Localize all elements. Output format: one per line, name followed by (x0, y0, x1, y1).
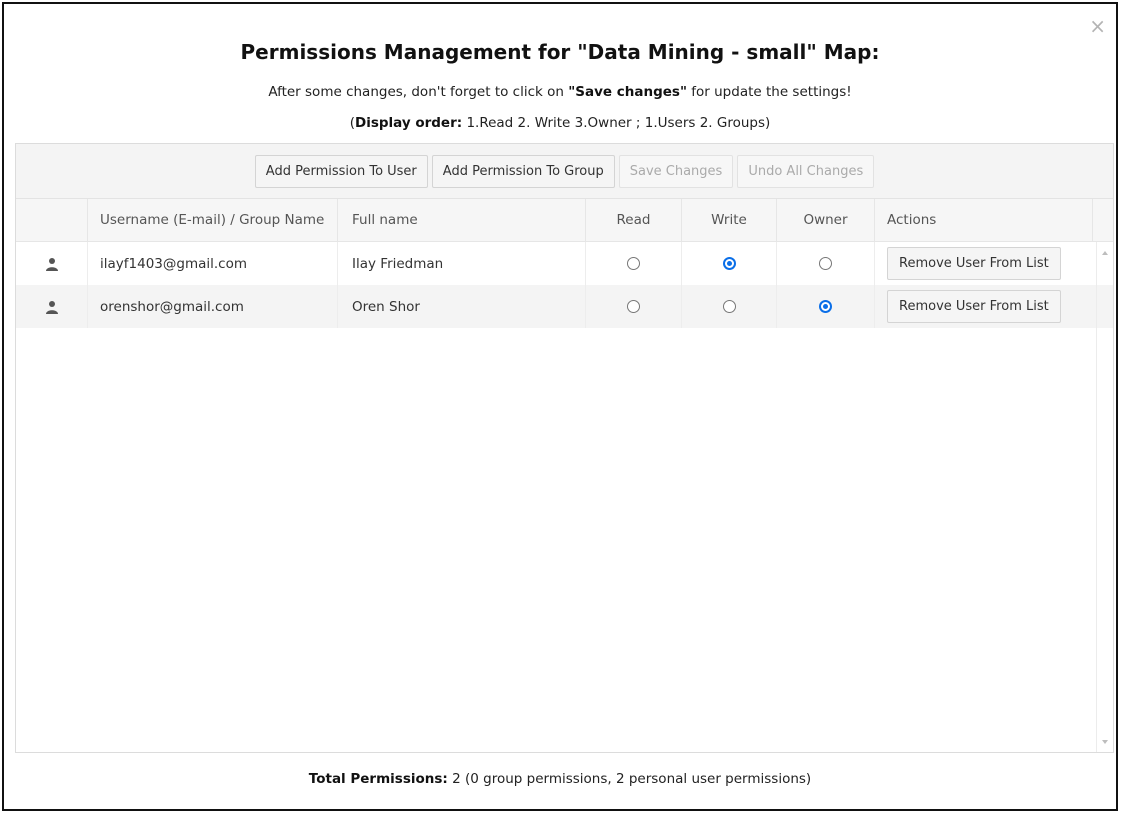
header-username[interactable]: Username (E-mail) / Group Name (88, 199, 338, 241)
fullname-cell: Oren Shor (338, 285, 586, 328)
read-cell (586, 242, 682, 285)
user-icon (45, 300, 58, 314)
undo-all-changes-button[interactable]: Undo All Changes (737, 154, 875, 188)
dialog-title: Permissions Management for "Data Mining … (240, 40, 880, 64)
vertical-scrollbar[interactable] (1096, 242, 1113, 752)
table-body: ilayf1403@gmail.com Ilay Friedman Remove… (16, 242, 1113, 752)
user-icon-cell (16, 285, 88, 328)
total-permissions: Total Permissions: 2 (0 group permission… (4, 771, 1116, 787)
display-order-note: (Display order: 1.Read 2. Write 3.Owner … (4, 115, 1116, 131)
header-owner[interactable]: Owner (777, 199, 875, 241)
write-radio[interactable] (722, 257, 736, 270)
read-cell (586, 285, 682, 328)
scroll-down-arrow-icon[interactable] (1102, 740, 1108, 744)
table-row[interactable]: ilayf1403@gmail.com Ilay Friedman Remove… (16, 242, 1113, 285)
total-permissions-text: 2 (0 group permissions, 2 personal user … (447, 771, 812, 787)
write-cell (682, 285, 777, 328)
add-permission-group-button[interactable]: Add Permission To Group (431, 154, 615, 188)
read-radio[interactable] (627, 300, 640, 313)
write-cell (682, 242, 777, 285)
table-header: Username (E-mail) / Group Name Full name… (16, 199, 1113, 242)
scroll-up-arrow-icon[interactable] (1102, 251, 1108, 255)
header-read[interactable]: Read (586, 199, 682, 241)
close-icon[interactable]: × (1089, 16, 1106, 36)
subtitle-suffix: for update the settings! (686, 84, 852, 100)
owner-radio[interactable] (819, 257, 832, 270)
user-icon (45, 257, 58, 271)
owner-cell (777, 285, 875, 328)
actions-cell: Remove User From List (875, 285, 1093, 328)
grid-toolbar: Add Permission To User Add Permission To… (16, 144, 1113, 199)
username-cell: orenshor@gmail.com (88, 285, 338, 328)
owner-cell (777, 242, 875, 285)
owner-radio[interactable] (819, 300, 832, 313)
subtitle-prefix: After some changes, don't forget to clic… (268, 84, 569, 100)
fullname-cell: Ilay Friedman (338, 242, 586, 285)
user-icon-cell (16, 242, 88, 285)
display-order-label: Display order: (354, 115, 463, 131)
display-order-text: 1.Read 2. Write 3.Owner ; 1.Users 2. Gro… (462, 115, 771, 131)
header-icon-col (16, 199, 88, 241)
header-scroll-spacer (1093, 199, 1113, 241)
dialog-subtitle: After some changes, don't forget to clic… (4, 84, 1116, 100)
remove-user-button[interactable]: Remove User From List (887, 290, 1061, 323)
total-permissions-label: Total Permissions: (308, 771, 448, 787)
table-row[interactable]: orenshor@gmail.com Oren Shor Remove User… (16, 285, 1113, 328)
permissions-grid: Add Permission To User Add Permission To… (15, 143, 1114, 753)
header-write[interactable]: Write (682, 199, 777, 241)
header-fullname[interactable]: Full name (338, 199, 586, 241)
write-radio[interactable] (722, 300, 736, 313)
add-permission-user-button[interactable]: Add Permission To User (254, 154, 428, 188)
actions-cell: Remove User From List (875, 242, 1093, 285)
header-actions: Actions (875, 199, 1093, 241)
subtitle-save-hint: "Save changes" (568, 84, 687, 100)
save-changes-button[interactable]: Save Changes (618, 154, 734, 188)
remove-user-button[interactable]: Remove User From List (887, 247, 1061, 280)
permissions-dialog: × Permissions Management for "Data Minin… (2, 2, 1118, 811)
username-cell: ilayf1403@gmail.com (88, 242, 338, 285)
read-radio[interactable] (627, 257, 640, 270)
